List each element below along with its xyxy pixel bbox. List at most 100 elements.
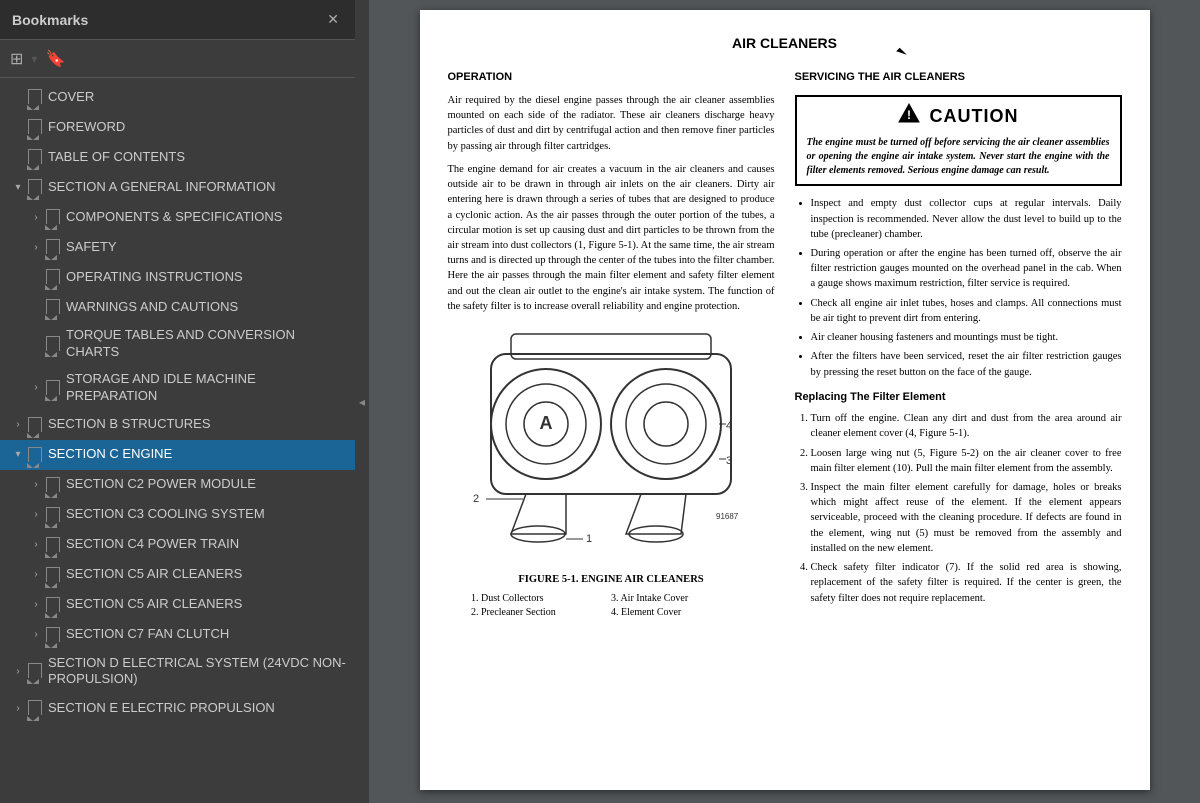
step-4: Check safety filter indicator (7). If th…	[811, 560, 1122, 606]
sidebar-item-storage[interactable]: › STORAGE AND IDLE MACHINE PREPARATION	[0, 366, 355, 410]
caution-triangle-icon: !	[898, 103, 920, 130]
expand-arrow-section-a[interactable]: ▾	[10, 182, 26, 193]
bookmark-icon-storage	[46, 380, 60, 396]
expand-arrow-storage[interactable]: ›	[28, 382, 44, 393]
bookmark-icon-safety	[46, 239, 60, 255]
expand-arrow-section-e[interactable]: ›	[10, 703, 26, 714]
sidebar-item-cover[interactable]: COVER	[0, 82, 355, 112]
sidebar-item-safety[interactable]: › SAFETY	[0, 232, 355, 262]
resize-handle[interactable]: ◂	[355, 0, 369, 803]
sidebar-item-section-e[interactable]: › SECTION E ELECTRIC PROPULSION	[0, 693, 355, 723]
sidebar-item-section-c3[interactable]: › SECTION C3 COOLING SYSTEM	[0, 500, 355, 530]
sidebar-toolbar: ⊞ ▾ 🔖	[0, 40, 355, 78]
bookmark-icon-section-c	[28, 447, 42, 463]
sidebar-item-section-c[interactable]: ▾ SECTION C ENGINE	[0, 440, 355, 470]
section-e-label: SECTION E ELECTRIC PROPULSION	[48, 700, 347, 717]
expand-arrow-section-c5b[interactable]: ›	[28, 599, 44, 610]
expand-arrow-section-c3[interactable]: ›	[28, 509, 44, 520]
expand-arrow-section-c5a[interactable]: ›	[28, 569, 44, 580]
svg-text:!: !	[907, 108, 911, 122]
bookmark-icon-section-e	[28, 700, 42, 716]
sidebar-controls: ✕	[323, 9, 343, 30]
bookmark-icon-section-d	[28, 663, 42, 679]
warnings-label: WARNINGS AND CAUTIONS	[66, 299, 347, 316]
bullet-3: Check all engine air inlet tubes, hoses …	[811, 296, 1122, 326]
bookmark-icon-foreword	[28, 119, 42, 135]
bookmark-icon-section-b	[28, 417, 42, 433]
bookmark-tree: COVER FOREWORD TABLE OF CONTENTS ▾ SECTI…	[0, 78, 355, 803]
figure-label-4: 4. Element Cover	[611, 606, 751, 620]
bookmark-icon-toc	[28, 149, 42, 165]
sidebar: Bookmarks ✕ ⊞ ▾ 🔖 COVER FOREWORD TABLE O…	[0, 0, 355, 803]
bookmark-add-icon[interactable]: 🔖	[45, 49, 65, 69]
sidebar-item-section-b[interactable]: › SECTION B STRUCTURES	[0, 410, 355, 440]
svg-text:2: 2	[473, 493, 479, 505]
bookmark-icon-cover	[28, 89, 42, 105]
sidebar-header: Bookmarks ✕	[0, 0, 355, 40]
figure-label-2: 2. Precleaner Section	[471, 606, 611, 620]
section-c5a-label: SECTION C5 AIR CLEANERS	[66, 566, 347, 583]
torque-label: TORQUE TABLES AND CONVERSION CHARTS	[66, 327, 347, 361]
bookmark-icon-section-c3	[46, 507, 60, 523]
doc-left-column: OPERATION Air required by the diesel eng…	[448, 70, 775, 631]
sidebar-item-section-c7[interactable]: › SECTION C7 FAN CLUTCH	[0, 620, 355, 650]
expand-arrow-section-b[interactable]: ›	[10, 419, 26, 430]
sidebar-item-section-c4[interactable]: › SECTION C4 POWER TRAIN	[0, 530, 355, 560]
grid-icon[interactable]: ⊞	[10, 49, 23, 69]
caution-word: CAUTION	[930, 104, 1019, 129]
figure-label-1: 1. Dust Collectors	[471, 592, 611, 606]
sidebar-item-section-c5b[interactable]: › SECTION C5 AIR CLEANERS	[0, 590, 355, 620]
section-c5b-label: SECTION C5 AIR CLEANERS	[66, 596, 347, 613]
expand-arrow-safety[interactable]: ›	[28, 242, 44, 253]
svg-text:3: 3	[726, 455, 732, 467]
figure-label-3: 3. Air Intake Cover	[611, 592, 751, 606]
sidebar-item-section-c2[interactable]: › SECTION C2 POWER MODULE	[0, 470, 355, 500]
bullet-4: Air cleaner housing fasteners and mounti…	[811, 330, 1122, 345]
svg-text:91687: 91687	[716, 512, 739, 521]
sidebar-item-toc[interactable]: TABLE OF CONTENTS	[0, 142, 355, 172]
sidebar-item-section-c5a[interactable]: › SECTION C5 AIR CLEANERS	[0, 560, 355, 590]
operation-para-1: Air required by the diesel engine passes…	[448, 93, 775, 154]
air-cleaner-svg: A 4 3 2	[471, 324, 751, 564]
expand-arrow-section-c[interactable]: ▾	[10, 449, 26, 460]
operation-para-2: The engine demand for air creates a vacu…	[448, 162, 775, 314]
bookmark-icon-operating	[46, 269, 60, 285]
sidebar-item-comp-specs[interactable]: › COMPONENTS & SPECIFICATIONS	[0, 202, 355, 232]
step-3: Inspect the main filter element carefull…	[811, 480, 1122, 556]
document-page: AIR CLEANERS OPERATION Air required by t…	[420, 10, 1150, 790]
sidebar-item-foreword[interactable]: FOREWORD	[0, 112, 355, 142]
document-title: AIR CLEANERS	[448, 34, 1122, 54]
sidebar-item-torque[interactable]: TORQUE TABLES AND CONVERSION CHARTS	[0, 322, 355, 366]
operating-label: OPERATING INSTRUCTIONS	[66, 269, 347, 286]
sidebar-item-warnings[interactable]: WARNINGS AND CAUTIONS	[0, 292, 355, 322]
section-a-label: SECTION A GENERAL INFORMATION	[48, 179, 347, 196]
expand-arrow-comp-specs[interactable]: ›	[28, 212, 44, 223]
step-2: Loosen large wing nut (5, Figure 5-2) on…	[811, 446, 1122, 476]
sidebar-item-operating[interactable]: OPERATING INSTRUCTIONS	[0, 262, 355, 292]
expand-arrow-section-c4[interactable]: ›	[28, 539, 44, 550]
bookmark-icon-comp-specs	[46, 209, 60, 225]
cover-label: COVER	[48, 89, 347, 106]
operation-heading: OPERATION	[448, 70, 775, 85]
resize-icon: ◂	[359, 395, 365, 409]
close-icon[interactable]: ✕	[323, 9, 343, 30]
expand-arrow-section-c7[interactable]: ›	[28, 629, 44, 640]
replace-heading: Replacing The Filter Element	[795, 390, 1122, 405]
bookmark-icon-section-c7	[46, 627, 60, 643]
no-arrow	[10, 122, 26, 133]
svg-text:A: A	[540, 413, 553, 433]
replacement-steps: Turn off the engine. Clean any dirt and …	[795, 411, 1122, 606]
bookmark-icon-section-c5b	[46, 597, 60, 613]
comp-specs-label: COMPONENTS & SPECIFICATIONS	[66, 209, 347, 226]
expand-arrow-section-d[interactable]: ›	[10, 666, 26, 677]
bookmark-icon-warnings	[46, 299, 60, 315]
storage-label: STORAGE AND IDLE MACHINE PREPARATION	[66, 371, 347, 405]
figure-labels: 1. Dust Collectors 3. Air Intake Cover 2…	[471, 592, 751, 620]
bullet-2: During operation or after the engine has…	[811, 246, 1122, 292]
sidebar-item-section-a[interactable]: ▾ SECTION A GENERAL INFORMATION	[0, 172, 355, 202]
servicing-bullets: Inspect and empty dust collector cups at…	[795, 196, 1122, 379]
expand-arrow-section-c2[interactable]: ›	[28, 479, 44, 490]
step-1: Turn off the engine. Clean any dirt and …	[811, 411, 1122, 441]
sidebar-item-section-d[interactable]: › SECTION D ELECTRICAL SYSTEM (24VDC NON…	[0, 650, 355, 694]
main-content: AIR CLEANERS OPERATION Air required by t…	[369, 0, 1200, 803]
